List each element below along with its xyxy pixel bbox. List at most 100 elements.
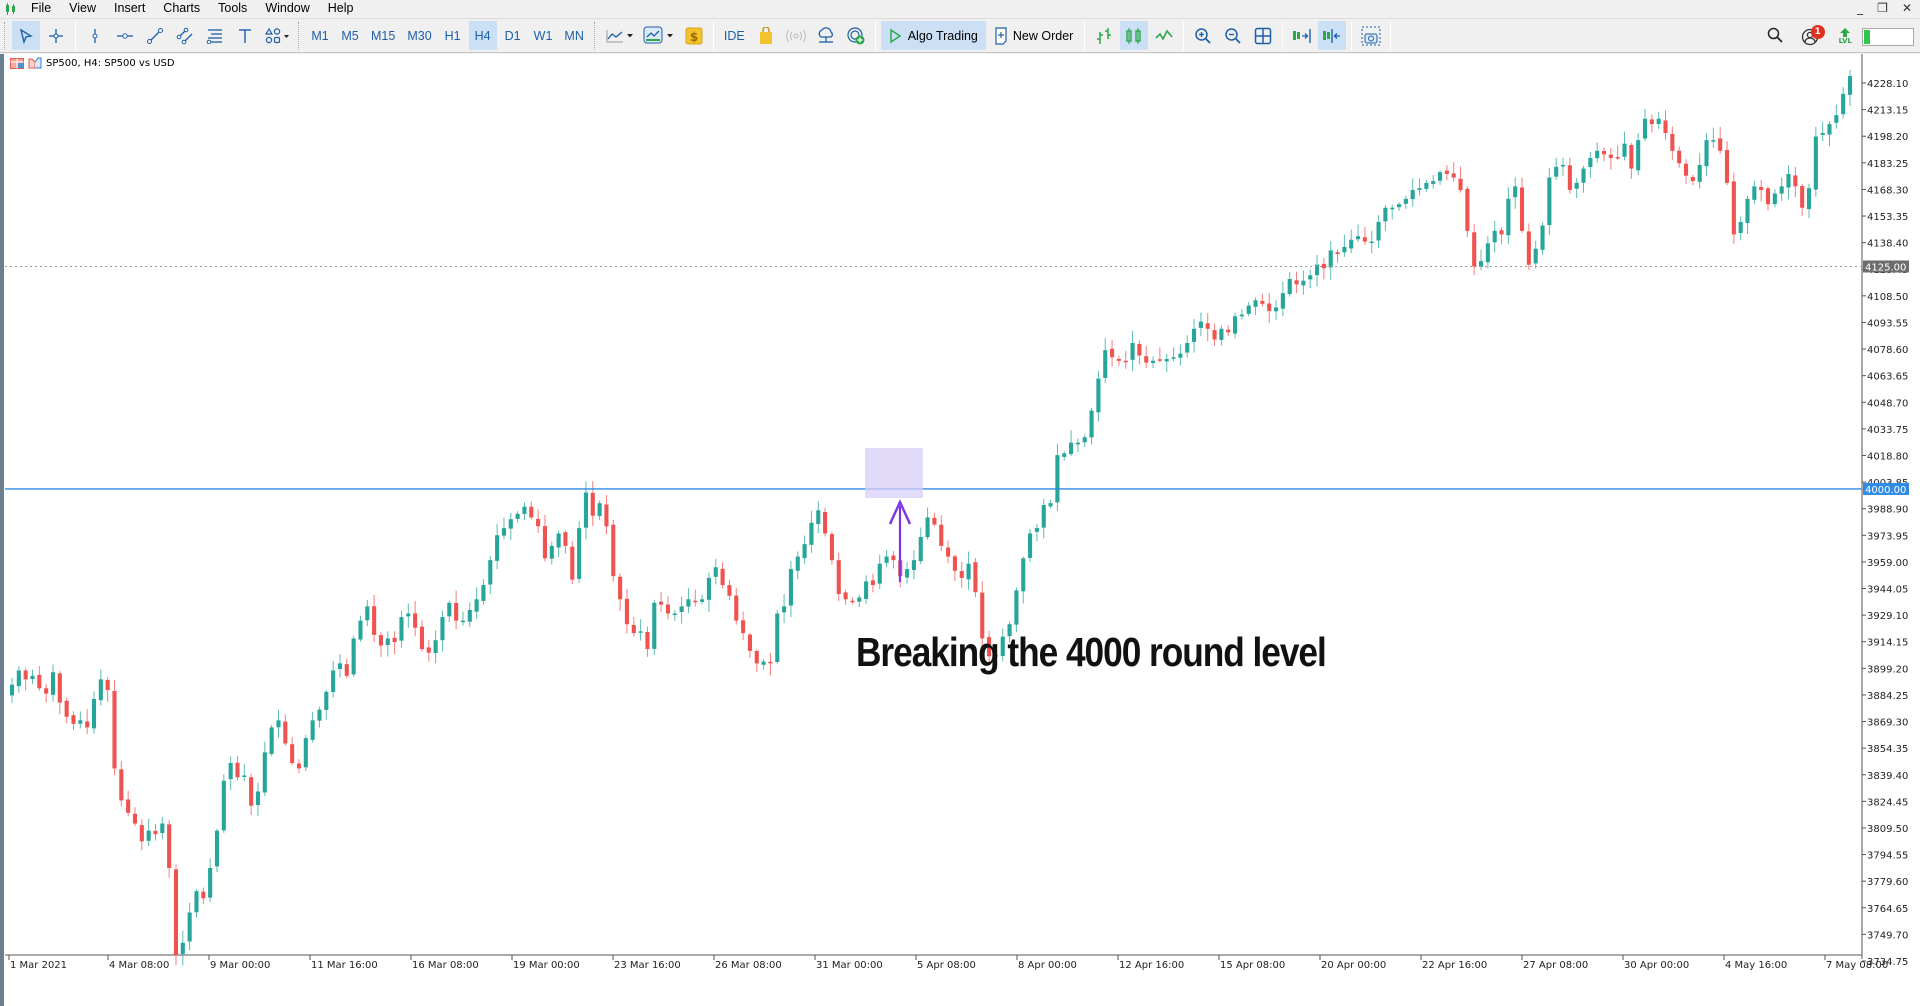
candle-bullish	[1437, 172, 1443, 181]
market-bag-button[interactable]	[752, 21, 780, 50]
chart-shift-button[interactable]	[1288, 21, 1316, 50]
price-tick-label: 3839.40	[1867, 771, 1908, 782]
screenshot-button[interactable]	[1357, 21, 1385, 50]
candle-bullish	[795, 556, 800, 571]
zoom-out-button[interactable]	[1219, 21, 1247, 50]
zoom-out-icon	[1225, 27, 1241, 44]
candle-bullish	[433, 640, 438, 654]
menu-charts[interactable]: Charts	[154, 0, 209, 17]
price-chart[interactable]: 4228.10 4213.15 4198.20 4183.25 4168.30 4153.…	[4, 54, 1920, 1006]
candle-bullish	[1041, 504, 1046, 528]
ide-button[interactable]: IDE	[719, 21, 750, 50]
toolbar-separator	[1351, 21, 1353, 50]
search-icon[interactable]	[1767, 27, 1783, 47]
cursor-tool-button[interactable]	[12, 21, 40, 50]
algo-trading-button[interactable]: Algo Trading	[880, 21, 986, 50]
trading-signals-button[interactable]	[842, 21, 870, 50]
templates-button[interactable]	[640, 21, 678, 50]
candle-bullish	[1028, 533, 1033, 558]
timeframe-h1[interactable]: H1	[439, 21, 467, 50]
tile-windows-button[interactable]	[1249, 21, 1277, 50]
menubar: File View Insert Charts Tools Window Hel…	[0, 0, 1920, 17]
timeframe-w1[interactable]: W1	[529, 21, 558, 50]
vertical-line-tool-button[interactable]	[81, 21, 109, 50]
candle-bearish	[85, 721, 90, 728]
algo-trading-label: Algo Trading	[907, 28, 978, 43]
account-button[interactable]: 1	[1801, 24, 1825, 46]
candle-bearish	[119, 769, 124, 801]
timeframe-h4[interactable]: H4	[468, 21, 497, 50]
horizontal-line-tool-button[interactable]	[111, 21, 139, 50]
candle-bullish	[1403, 198, 1408, 204]
toolbar-separator	[1390, 21, 1392, 50]
candle-bullish	[1752, 186, 1757, 200]
candle-bullish	[1308, 275, 1313, 280]
vps-button[interactable]	[812, 21, 840, 50]
timeframe-m5[interactable]: M5	[336, 21, 364, 50]
candle-bearish	[1663, 120, 1668, 134]
candle-bullish	[1253, 300, 1258, 307]
text-tool-button[interactable]	[231, 21, 259, 50]
price-tick-label: 4138.40	[1867, 239, 1908, 250]
restore-icon[interactable]: ❐	[1877, 0, 1888, 17]
candle-bullish	[467, 609, 472, 622]
candle-bearish	[734, 595, 739, 621]
price-tick-label: 3973.95	[1867, 531, 1908, 542]
channel-tool-button[interactable]	[171, 21, 199, 50]
level-indicator[interactable]: LVL	[1839, 28, 1852, 45]
chart-window[interactable]: 4228.10 4213.15 4198.20 4183.25 4168.30 4153.…	[0, 54, 1920, 1006]
candle-bullish	[1192, 328, 1197, 342]
menu-window[interactable]: Window	[256, 0, 318, 17]
shapes-tool-button[interactable]	[261, 21, 293, 50]
candle-bearish	[1759, 186, 1764, 190]
menu-help[interactable]: Help	[319, 0, 363, 17]
candle-bullish	[1595, 150, 1600, 159]
price-tick-label: 4093.55	[1867, 318, 1908, 329]
candle-bullish	[522, 506, 527, 514]
timeframe-m1[interactable]: M1	[306, 21, 334, 50]
price-tick-label: 3959.00	[1867, 558, 1908, 569]
candle-bullish	[1349, 239, 1354, 249]
candle-bearish	[939, 524, 944, 546]
candle-bearish	[611, 524, 616, 577]
minimize-icon[interactable]: _	[1857, 0, 1863, 17]
market-button[interactable]: $	[680, 21, 708, 50]
toolbar-grip	[298, 21, 301, 50]
candle-bearish	[1649, 119, 1654, 125]
menu-view[interactable]: View	[60, 0, 105, 17]
candle-bullish	[331, 670, 336, 692]
candle-bullish	[700, 599, 705, 602]
indicators-button[interactable]	[602, 21, 638, 50]
line-chart-button[interactable]	[1150, 21, 1178, 50]
fibonacci-tool-button[interactable]	[201, 21, 229, 50]
candle-bearish	[235, 762, 240, 778]
menu-file[interactable]: File	[22, 0, 60, 17]
timeframe-mn[interactable]: MN	[559, 21, 588, 50]
menu-insert[interactable]: Insert	[105, 0, 154, 17]
candle-bearish	[693, 600, 698, 603]
candle-bearish	[1765, 188, 1771, 205]
bar-chart-button[interactable]	[1090, 21, 1118, 50]
crosshair-tool-button[interactable]	[42, 21, 70, 50]
autoscroll-button[interactable]	[1318, 21, 1347, 50]
candle-bullish	[549, 545, 554, 559]
signals-button[interactable]	[782, 21, 810, 50]
trendline-tool-button[interactable]	[141, 21, 169, 50]
new-order-button[interactable]: New Order	[988, 21, 1079, 50]
close-icon[interactable]: ✕	[1902, 0, 1912, 17]
toolbar-grip	[4, 21, 7, 50]
menu-tools[interactable]: Tools	[209, 0, 256, 17]
shopping-bag-icon	[759, 26, 772, 44]
candlestick-chart-button[interactable]	[1120, 21, 1149, 50]
toolbar-grip	[593, 21, 597, 50]
candle-bullish	[214, 830, 220, 867]
timeframe-m30[interactable]: M30	[402, 21, 436, 50]
price-tick-label: 4033.75	[1867, 425, 1908, 436]
zoom-in-button[interactable]	[1189, 21, 1217, 50]
timeframe-m15[interactable]: M15	[366, 21, 400, 50]
candle-bearish	[570, 546, 575, 580]
time-tick-label: 30 Apr 00:00	[1624, 960, 1689, 971]
timeframe-d1[interactable]: D1	[499, 21, 527, 50]
candle-bullish	[351, 638, 356, 675]
candle-bearish	[1458, 178, 1463, 190]
